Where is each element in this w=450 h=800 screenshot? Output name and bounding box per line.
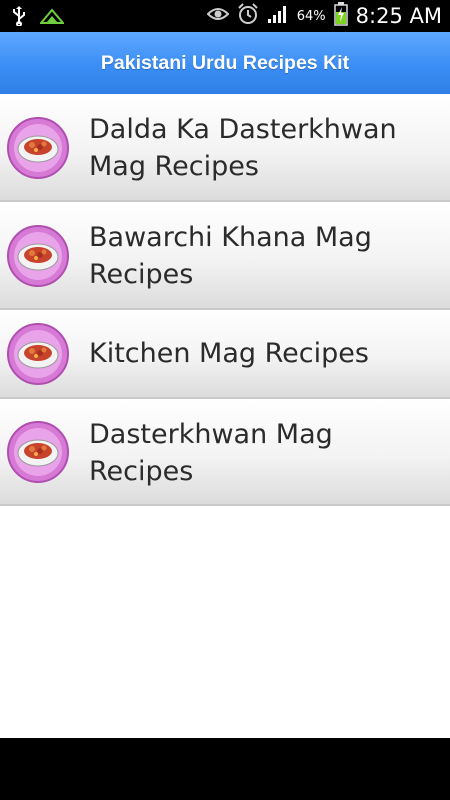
- eye-icon: [206, 6, 230, 26]
- battery-percent: 64%: [296, 8, 326, 24]
- bottom-bar: [0, 738, 450, 800]
- status-time: 8:25 AM: [355, 4, 442, 28]
- app-title: Pakistani Urdu Recipes Kit: [100, 51, 350, 74]
- list-item-label: Dasterkhwan Mag Recipes: [89, 419, 333, 487]
- status-bar: 64% 8:25 AM: [0, 0, 450, 32]
- list-item-dasterkhwan-mag[interactable]: Dasterkhwan Mag Recipes: [0, 399, 450, 506]
- signal-icon: [267, 4, 289, 28]
- recipe-list: Dalda Ka Dasterkhwan Mag Recipes Bawarch…: [0, 94, 450, 738]
- notification-icon: [38, 7, 66, 29]
- list-item-label: Bawarchi Khana Mag Recipes: [89, 222, 372, 290]
- list-item-dalda-ka-dasterkhwan[interactable]: Dalda Ka Dasterkhwan Mag Recipes: [0, 94, 450, 202]
- list-item-bawarchi-khana[interactable]: Bawarchi Khana Mag Recipes: [0, 202, 450, 310]
- list-item-label: Dalda Ka Dasterkhwan Mag Recipes: [89, 114, 397, 182]
- title-bar: Pakistani Urdu Recipes Kit: [0, 32, 450, 94]
- recipe-dish-icon: [6, 322, 70, 386]
- recipe-dish-icon: [6, 116, 70, 180]
- recipe-dish-icon: [6, 224, 70, 288]
- usb-icon: [12, 6, 26, 30]
- battery-charging-icon: [333, 2, 348, 30]
- list-item-label: Kitchen Mag Recipes: [89, 338, 369, 369]
- recipe-dish-icon: [6, 420, 70, 484]
- alarm-icon: [237, 3, 259, 29]
- list-item-kitchen-mag[interactable]: Kitchen Mag Recipes: [0, 310, 450, 399]
